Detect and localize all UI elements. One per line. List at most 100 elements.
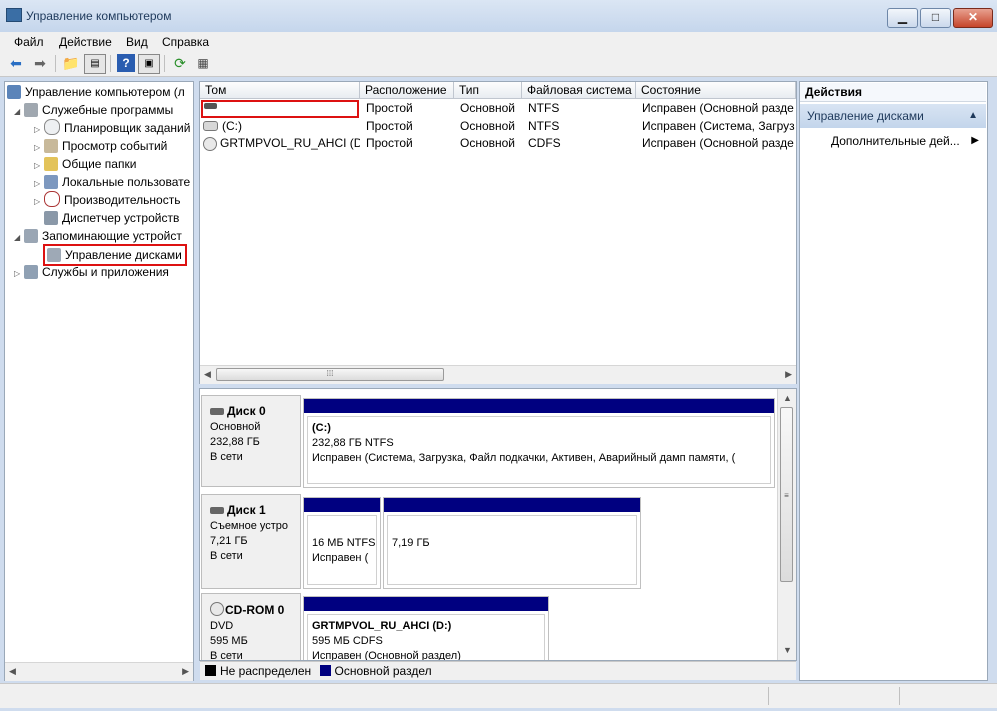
scroll-down-icon[interactable]: ▼: [783, 645, 792, 655]
cd-drive-icon: [203, 137, 217, 151]
more-actions-label: Дополнительные дей...: [831, 134, 960, 148]
tree-horizontal-scrollbar[interactable]: ◀ ▶: [5, 662, 193, 681]
tree-item-shared-folders[interactable]: ▷ Общие папки: [34, 155, 136, 173]
scroll-right-icon[interactable]: ▶: [182, 666, 189, 677]
disk-1-label[interactable]: Диск 1 Съемное устро 7,21 ГБ В сети: [201, 494, 301, 589]
disk-view-vertical-scrollbar[interactable]: ▲ ≡ ▼: [777, 389, 796, 660]
partition-d[interactable]: GRTMPVOL_RU_AHCI (D:) 595 МБ CDFS Исправ…: [303, 596, 549, 661]
properties-icon[interactable]: ▦: [194, 54, 212, 72]
menu-file[interactable]: Файл: [14, 32, 44, 52]
disk-status: В сети: [210, 451, 243, 463]
partition-status: Исправен (Система, Загрузка, Файл подкач…: [312, 452, 736, 464]
performance-icon: [44, 191, 60, 207]
tree-label: Управление дисками: [65, 248, 182, 262]
toolbar-separator: [164, 55, 165, 72]
scrollbar-thumb[interactable]: ⁞⁞⁞: [216, 368, 444, 381]
up-folder-icon[interactable]: 📁: [62, 54, 80, 72]
collapsed-arrow-icon[interactable]: ▷: [14, 265, 24, 283]
minimize-button[interactable]: ▁: [887, 8, 918, 28]
users-icon: [44, 175, 58, 189]
expanded-arrow-icon[interactable]: ◢: [14, 229, 24, 247]
shared-folder-icon: [44, 157, 58, 171]
tree-label: Просмотр событий: [62, 139, 168, 153]
menu-action[interactable]: Действие: [59, 32, 112, 52]
volume-status: Исправен (Основной разде: [642, 101, 794, 115]
volume-status: Исправен (Основной разде: [642, 136, 794, 150]
column-header-type[interactable]: Тип: [454, 82, 522, 99]
menu-bar: Файл Действие Вид Справка: [0, 32, 997, 52]
menu-view[interactable]: Вид: [126, 32, 148, 52]
scroll-right-icon[interactable]: ▶: [785, 369, 792, 380]
partition-title: GRTMPVOL_RU_AHCI (D:): [312, 620, 452, 632]
partition-status: Исправен (Основной раздел): [312, 650, 461, 661]
partition-disk1-main[interactable]: 7,19 ГБ: [383, 497, 641, 589]
drive-icon: [203, 121, 218, 131]
scrollbar-thumb[interactable]: ≡: [780, 407, 793, 582]
disk-0-label[interactable]: Диск 0 Основной 232,88 ГБ В сети: [201, 395, 301, 487]
back-icon[interactable]: ⬅: [7, 54, 25, 72]
console-icon[interactable]: ▣: [138, 54, 160, 74]
tree-label: Производительность: [64, 193, 181, 207]
tree-label: Планировщик заданий: [64, 121, 191, 135]
primary-partition-bar: [304, 597, 548, 611]
clock-icon: [44, 119, 60, 135]
disk-size: 7,21 ГБ: [210, 535, 248, 547]
disk-type: Основной: [210, 421, 261, 433]
help-icon[interactable]: ?: [117, 54, 135, 72]
navigation-tree: Управление компьютером (л ◢ Служебные про…: [4, 81, 194, 681]
collapsed-arrow-icon[interactable]: ▷: [34, 193, 44, 211]
cdrom-0-label[interactable]: CD-ROM 0 DVD 595 МБ В сети: [201, 593, 301, 660]
column-header-status[interactable]: Состояние: [636, 82, 796, 99]
volume-horizontal-scrollbar[interactable]: ◀ ⁞⁞⁞ ▶: [200, 365, 796, 384]
tree-item-task-scheduler[interactable]: ▷ Планировщик заданий: [34, 119, 190, 137]
title-bar: Управление компьютером ▁ □ ✕: [0, 0, 997, 32]
disk-legend: Не распределен Основной раздел: [200, 661, 796, 680]
computer-management-icon: [6, 8, 22, 22]
column-header-layout[interactable]: Расположение: [360, 82, 454, 99]
table-row[interactable]: GRTMPVOL_RU_AHCI (D:) Простой Основной C…: [200, 135, 796, 152]
show-tree-icon[interactable]: ▤: [84, 54, 106, 74]
tree-label: Диспетчер устройств: [62, 211, 180, 225]
tree-label: Запоминающие устройст: [42, 229, 182, 243]
tree-label: Управление компьютером (л: [25, 85, 185, 99]
actions-pane: [799, 81, 988, 681]
disk-name: CD-ROM 0: [225, 603, 285, 617]
partition-c[interactable]: (C:) 232,88 ГБ NTFS Исправен (Система, З…: [303, 398, 775, 488]
expanded-arrow-icon[interactable]: ◢: [14, 103, 24, 121]
tree-label: Служебные программы: [42, 103, 174, 117]
close-button[interactable]: ✕: [953, 8, 993, 28]
tree-item-local-users[interactable]: ▷ Локальные пользовате: [34, 173, 190, 191]
menu-help[interactable]: Справка: [162, 32, 209, 52]
more-actions-item[interactable]: Дополнительные дей... ▶: [831, 132, 986, 150]
tree-item-disk-management[interactable]: Управление дисками: [43, 244, 187, 266]
tree-item-services[interactable]: ▷ Службы и приложения: [14, 263, 169, 281]
forward-icon[interactable]: ➡: [31, 54, 49, 72]
scroll-left-icon[interactable]: ◀: [204, 369, 211, 380]
column-header-volume[interactable]: Том: [200, 82, 360, 99]
table-row[interactable]: (C:) Простой Основной NTFS Исправен (Сис…: [200, 118, 796, 135]
volume-status: Исправен (Система, Загруз: [642, 119, 795, 133]
disk-status: В сети: [210, 550, 243, 562]
scroll-up-icon[interactable]: ▲: [783, 393, 792, 403]
tree-label: Службы и приложения: [42, 265, 169, 279]
toolbar-separator: [55, 55, 56, 72]
tree-item-system-tools[interactable]: ◢ Служебные программы: [14, 101, 173, 119]
table-row[interactable]: Простой Основной NTFS Исправен (Основной…: [200, 100, 796, 118]
tree-item-device-manager[interactable]: Диспетчер устройств: [44, 209, 179, 227]
event-log-icon: [44, 139, 58, 153]
disk-name: Диск 0: [227, 404, 266, 418]
maximize-button[interactable]: □: [920, 8, 951, 28]
actions-section-disk-management[interactable]: Управление дисками ▲: [800, 104, 986, 128]
partition-disk1-ntfs[interactable]: 16 МБ NTFS Исправен (: [303, 497, 381, 589]
toolbar: ⬅ ➡ 📁 ▤ ? ▣ ⟳ ▦: [0, 52, 997, 77]
tree-item-computer-management[interactable]: Управление компьютером (л: [7, 83, 185, 101]
computer-icon: [7, 85, 21, 99]
collapse-up-icon[interactable]: ▲: [968, 104, 978, 128]
column-header-file-system[interactable]: Файловая система: [522, 82, 636, 99]
tree-item-storage[interactable]: ◢ Запоминающие устройст: [14, 227, 182, 245]
tree-label: Общие папки: [62, 157, 137, 171]
refresh-icon[interactable]: ⟳: [171, 54, 189, 72]
tree-item-event-viewer[interactable]: ▷ Просмотр событий: [34, 137, 167, 155]
tree-item-performance[interactable]: ▷ Производительность: [34, 191, 180, 209]
scroll-left-icon[interactable]: ◀: [9, 666, 16, 677]
